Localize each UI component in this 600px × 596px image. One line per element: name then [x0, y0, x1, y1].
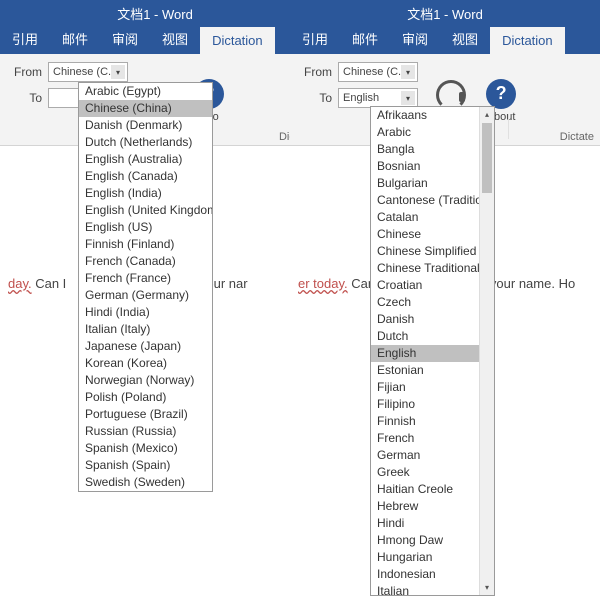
doc-text: day. [8, 276, 32, 291]
language-option[interactable]: Swedish (Sweden) [79, 474, 212, 491]
language-option[interactable]: Bosnian [371, 158, 494, 175]
tab-review[interactable]: 审阅 [100, 23, 150, 54]
headset-icon [436, 80, 464, 108]
ribbon-tabs: 引用 邮件 审阅 视图 Dictation [290, 26, 600, 54]
language-option[interactable]: Arabic [371, 124, 494, 141]
question-icon: ? [486, 79, 516, 109]
language-option[interactable]: Czech [371, 294, 494, 311]
language-option[interactable]: Hindi [371, 515, 494, 532]
scroll-down-icon[interactable]: ▾ [480, 580, 494, 595]
language-option[interactable]: Catalan [371, 209, 494, 226]
tab-view[interactable]: 视图 [440, 23, 490, 54]
tab-view[interactable]: 视图 [150, 23, 200, 54]
language-option[interactable]: Afrikaans [371, 107, 494, 124]
language-option[interactable]: Portuguese (Brazil) [79, 406, 212, 423]
language-option[interactable]: English (Australia) [79, 151, 212, 168]
language-option[interactable]: Chinese Traditional [371, 260, 494, 277]
language-option[interactable]: Estonian [371, 362, 494, 379]
language-option[interactable]: English (India) [79, 185, 212, 202]
to-label: To [6, 91, 48, 105]
language-option[interactable]: Hindi (India) [79, 304, 212, 321]
to-language-list[interactable]: ▴ ▾ AfrikaansArabicBanglaBosnianBulgaria… [370, 106, 495, 596]
to-language-dropdown[interactable]: English ▾ [338, 88, 418, 108]
from-language-dropdown[interactable]: Chinese (C... ▾ [48, 62, 128, 82]
language-option[interactable]: English (United Kingdom) [79, 202, 212, 219]
word-window-right: 文档1 - Word 引用 邮件 审阅 视图 Dictation From Ch… [290, 0, 600, 574]
tab-dictation[interactable]: Dictation [200, 27, 275, 54]
chevron-down-icon[interactable]: ▾ [401, 65, 415, 79]
language-option[interactable]: Danish [371, 311, 494, 328]
from-value: Chinese (C... [53, 66, 117, 78]
from-language-dropdown[interactable]: Chinese (C... ▾ [338, 62, 418, 82]
language-option[interactable]: Finnish (Finland) [79, 236, 212, 253]
window-title: 文档1 - Word [407, 4, 483, 23]
language-option[interactable]: Hmong Daw [371, 532, 494, 549]
from-value: Chinese (C... [343, 66, 407, 78]
tab-review[interactable]: 审阅 [390, 23, 440, 54]
language-option[interactable]: English (US) [79, 219, 212, 236]
tab-mail[interactable]: 邮件 [50, 23, 100, 54]
tab-references[interactable]: 引用 [290, 23, 340, 54]
language-option[interactable]: Russian (Russia) [79, 423, 212, 440]
language-option[interactable]: Danish (Denmark) [79, 117, 212, 134]
language-option[interactable]: Chinese (China) [79, 100, 212, 117]
scrollbar[interactable]: ▴ ▾ [479, 107, 494, 595]
language-option[interactable]: Spanish (Mexico) [79, 440, 212, 457]
language-option[interactable]: Fijian [371, 379, 494, 396]
chevron-down-icon[interactable]: ▾ [111, 65, 125, 79]
language-option[interactable]: Dutch [371, 328, 494, 345]
language-option[interactable]: French [371, 430, 494, 447]
separator [508, 114, 509, 139]
language-option[interactable]: Spanish (Spain) [79, 457, 212, 474]
tab-dictation[interactable]: Dictation [490, 27, 565, 54]
language-option[interactable]: Croatian [371, 277, 494, 294]
word-window-left: 文档1 - Word 引用 邮件 审阅 视图 Dictation From Ch… [0, 0, 310, 574]
language-option[interactable]: English (Canada) [79, 168, 212, 185]
language-option[interactable]: Haitian Creole [371, 481, 494, 498]
tab-mail[interactable]: 邮件 [340, 23, 390, 54]
language-option[interactable]: Cantonese (Traditional) [371, 192, 494, 209]
from-label: From [296, 65, 338, 79]
language-option[interactable]: Dutch (Netherlands) [79, 134, 212, 151]
chevron-down-icon[interactable]: ▾ [401, 91, 415, 105]
language-option[interactable]: Bangla [371, 141, 494, 158]
ribbon-tabs: 引用 邮件 审阅 视图 Dictation [0, 26, 310, 54]
to-label: To [296, 91, 338, 105]
language-option[interactable]: Filipino [371, 396, 494, 413]
language-option[interactable]: French (France) [79, 270, 212, 287]
from-language-list[interactable]: Arabic (Egypt)Chinese (China)Danish (Den… [78, 82, 213, 492]
doc-text: er today. [298, 276, 348, 291]
language-option[interactable]: Italian [371, 583, 494, 596]
scroll-up-icon[interactable]: ▴ [480, 107, 494, 122]
language-option[interactable]: Bulgarian [371, 175, 494, 192]
language-option[interactable]: Hebrew [371, 498, 494, 515]
language-option[interactable]: Arabic (Egypt) [79, 83, 212, 100]
to-value: English [343, 92, 379, 104]
language-option[interactable]: Norwegian (Norway) [79, 372, 212, 389]
language-option[interactable]: Finnish [371, 413, 494, 430]
language-option[interactable]: Japanese (Japan) [79, 338, 212, 355]
language-option[interactable]: Italian (Italy) [79, 321, 212, 338]
language-option[interactable]: Greek [371, 464, 494, 481]
language-option[interactable]: French (Canada) [79, 253, 212, 270]
language-option[interactable]: Hungarian [371, 549, 494, 566]
doc-text: your name. Ho [490, 276, 575, 291]
tab-references[interactable]: 引用 [0, 23, 50, 54]
language-option[interactable]: Polish (Poland) [79, 389, 212, 406]
language-option[interactable]: Indonesian [371, 566, 494, 583]
from-label: From [6, 65, 48, 79]
language-option[interactable]: Chinese [371, 226, 494, 243]
scroll-thumb[interactable] [482, 123, 492, 193]
language-option[interactable]: German [371, 447, 494, 464]
language-option[interactable]: Chinese Simplified [371, 243, 494, 260]
language-option[interactable]: English [371, 345, 494, 362]
window-title: 文档1 - Word [117, 4, 193, 23]
group-label-dictate: Dictate [560, 131, 594, 143]
language-option[interactable]: German (Germany) [79, 287, 212, 304]
language-option[interactable]: Korean (Korea) [79, 355, 212, 372]
doc-text: Can I [32, 276, 70, 291]
